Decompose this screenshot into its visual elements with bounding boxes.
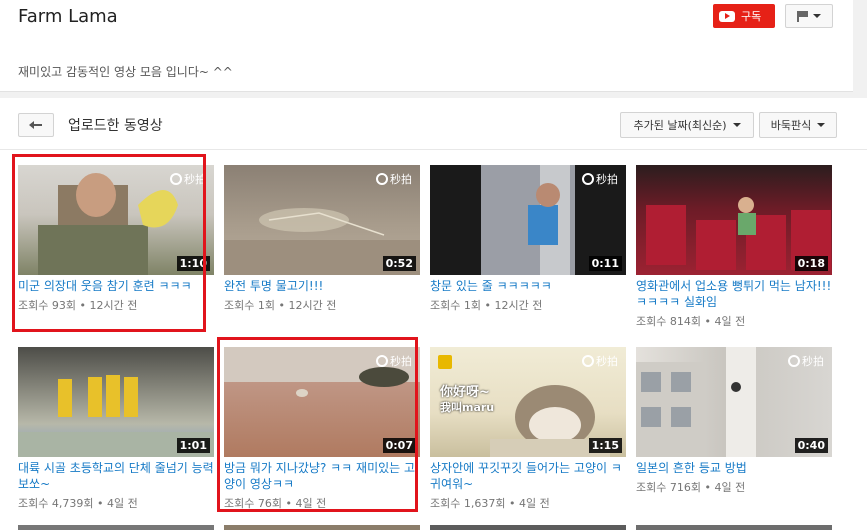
view-dropdown[interactable]: 바둑판식	[759, 112, 837, 138]
video-duration: 0:11	[588, 256, 622, 271]
video-item[interactable]: 0:18 영화관에서 업소용 뻥튀기 먹는 남자!!! ㅋㅋㅋㅋ 실화임 조회수…	[636, 165, 832, 329]
arrow-left-icon	[29, 120, 43, 130]
camera-icon	[582, 355, 594, 367]
video-title[interactable]: 완전 투명 물고기!!!	[224, 278, 420, 294]
camera-icon	[788, 355, 800, 367]
video-thumbnail[interactable]	[224, 525, 420, 530]
video-meta: 조회수 716회 • 4일 전	[636, 481, 746, 494]
video-meta: 조회수 1회 • 12시간 전	[430, 299, 543, 312]
video-item[interactable]: 秒拍 0:52 완전 투명 물고기!!! 조회수 1회 • 12시간 전	[224, 165, 420, 313]
video-duration: 0:40	[794, 438, 828, 453]
subscribe-button[interactable]: 구독	[713, 4, 775, 28]
video-title[interactable]: 상자안에 꾸깃꾸깃 들어가는 고양이 ㅋ 귀여워~	[430, 460, 626, 492]
back-button[interactable]	[18, 113, 54, 137]
chevron-down-icon	[732, 123, 741, 127]
watermark: 秒拍	[788, 353, 824, 369]
flag-button[interactable]	[785, 4, 833, 28]
youtube-icon	[719, 10, 735, 22]
section-title: 업로드한 동영상	[68, 118, 163, 134]
video-thumbnail[interactable]	[636, 525, 832, 530]
video-item[interactable]: 秒拍 你好呀~ 我叫maru 1:15 상자안에 꾸깃꾸깃 들어가는 고양이 ㅋ…	[430, 347, 626, 511]
watermark: 秒拍	[582, 171, 618, 187]
video-thumbnail[interactable]: 0:18	[636, 165, 832, 275]
camera-icon	[582, 173, 594, 185]
sort-dropdown[interactable]: 추가된 날짜(최신순)	[620, 112, 754, 138]
video-thumbnail[interactable]: 秒拍 0:11	[430, 165, 626, 275]
video-thumbnail[interactable]	[18, 525, 214, 530]
video-title[interactable]: 일본의 흔한 등교 방법	[636, 460, 832, 476]
video-meta: 조회수 1회 • 12시간 전	[224, 299, 337, 312]
channel-header: Farm Lama 구독 재미있고 감동적인 영상 모음 입니다~ ^^	[0, 0, 853, 92]
video-meta: 조회수 4,739회 • 4일 전	[18, 497, 138, 510]
highlight-box	[12, 154, 206, 332]
video-item[interactable]: 1:01 대륙 시골 초등학교의 단체 줄넘기 능력 보쏘~ 조회수 4,739…	[18, 347, 214, 511]
thumbnail-caption: 你好呀~	[440, 385, 490, 400]
camera-icon	[376, 173, 388, 185]
video-meta: 조회수 1,637회 • 4일 전	[430, 497, 550, 510]
video-thumbnail[interactable]: 秒拍 你好呀~ 我叫maru 1:15	[430, 347, 626, 457]
video-thumbnail[interactable]: 1:01	[18, 347, 214, 457]
flag-icon	[797, 10, 809, 22]
video-title[interactable]: 창문 있는 줄 ㅋㅋㅋㅋㅋ	[430, 278, 626, 294]
channel-title[interactable]: Farm Lama	[18, 6, 118, 27]
channel-description: 재미있고 감동적인 영상 모음 입니다~ ^^	[18, 65, 233, 79]
video-item[interactable]: 秒拍 0:40 일본의 흔한 등교 방법 조회수 716회 • 4일 전	[636, 347, 832, 495]
video-title[interactable]: 대륙 시골 초등학교의 단체 줄넘기 능력 보쏘~	[18, 460, 214, 492]
subscribe-label: 구독	[741, 10, 762, 23]
video-meta: 조회수 814회 • 4일 전	[636, 315, 746, 328]
video-thumbnail[interactable]: 秒拍 0:52	[224, 165, 420, 275]
video-title[interactable]: 영화관에서 업소용 뻥튀기 먹는 남자!!! ㅋㅋㅋㅋ 실화임	[636, 278, 832, 310]
thumbnail-caption: 我叫maru	[440, 401, 495, 414]
sort-label: 추가된 날짜(최신순)	[633, 119, 727, 132]
highlight-box	[217, 337, 418, 512]
watermark: 秒拍	[582, 353, 618, 369]
chevron-down-icon	[813, 14, 821, 18]
divider	[0, 149, 867, 150]
watermark: 秒拍	[376, 171, 412, 187]
video-duration: 1:15	[588, 438, 622, 453]
chevron-down-icon	[817, 123, 826, 127]
video-thumbnail[interactable]: 秒拍 0:40	[636, 347, 832, 457]
video-duration: 0:18	[794, 256, 828, 271]
video-thumbnail[interactable]	[430, 525, 626, 530]
video-duration: 1:01	[176, 438, 210, 453]
view-label: 바둑판식	[770, 119, 812, 132]
video-duration: 0:52	[382, 256, 416, 271]
video-item[interactable]: 秒拍 0:11 창문 있는 줄 ㅋㅋㅋㅋㅋ 조회수 1회 • 12시간 전	[430, 165, 626, 313]
